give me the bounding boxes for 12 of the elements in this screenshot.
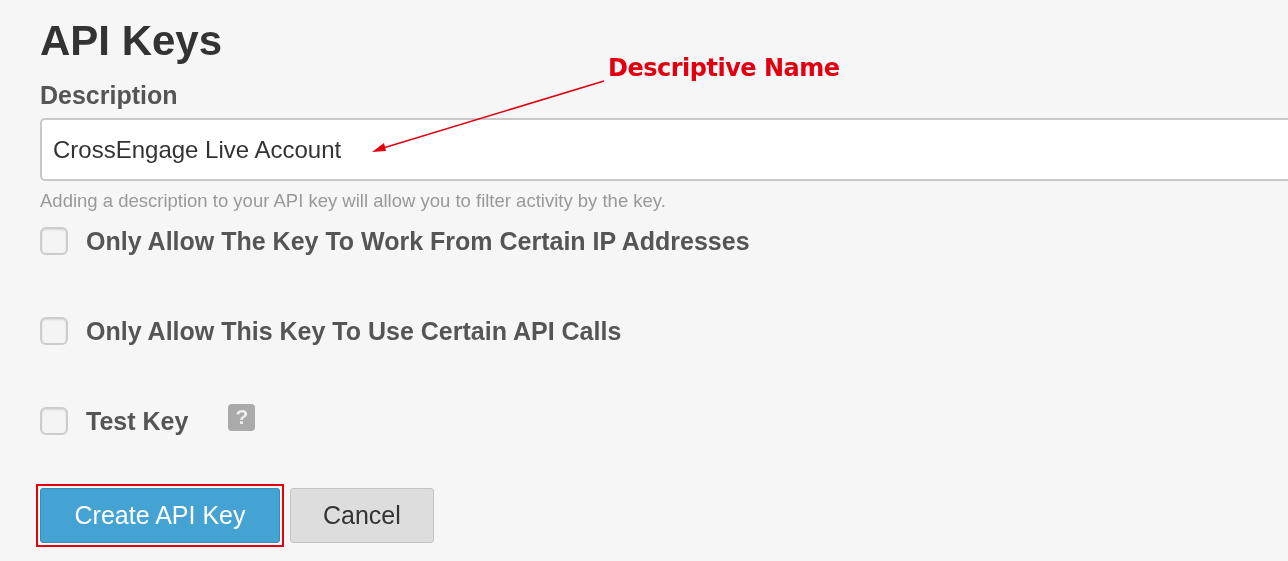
annotation-text: Descriptive Name [608, 54, 840, 82]
help-text: Adding a description to your API key will allow you to filter activity by the key. [40, 190, 666, 212]
checkbox-label: Only Allow This Key To Use Certain API Calls [86, 316, 622, 346]
page-title: API Keys [40, 18, 223, 64]
checkbox-label: Only Allow The Key To Work From Certain IP Addresses [86, 226, 750, 256]
checkbox[interactable] [40, 227, 68, 255]
checkbox[interactable] [40, 407, 68, 435]
field-label: Description [40, 80, 178, 110]
cancel-button[interactable]: Cancel [290, 488, 434, 543]
checkbox-label: Test Key [86, 406, 189, 436]
checkbox[interactable] [40, 317, 68, 345]
description-field[interactable]: CrossEngage Live Account [40, 118, 1288, 181]
